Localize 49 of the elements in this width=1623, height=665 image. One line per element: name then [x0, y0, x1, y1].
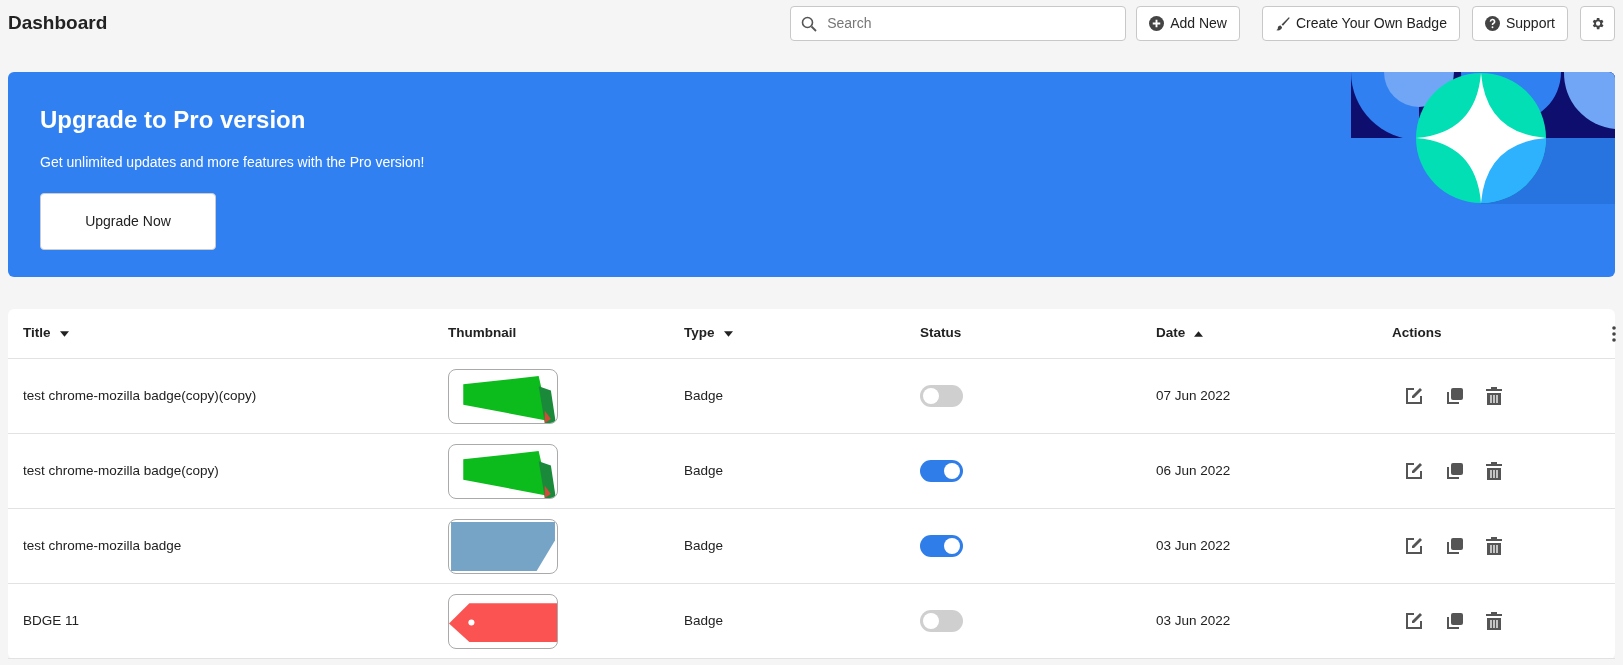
copy-icon[interactable]: [1446, 462, 1464, 480]
more-options-icon[interactable]: [1612, 325, 1616, 342]
column-header: Actions: [1392, 324, 1442, 343]
copy-icon[interactable]: [1446, 537, 1464, 555]
badge-type: Badge: [684, 536, 725, 555]
badge-type: Badge: [684, 461, 725, 480]
column-header: Status: [920, 324, 962, 343]
settings-button[interactable]: [1580, 5, 1615, 41]
badge-date: 06 Jun 2022: [1156, 461, 1232, 480]
upgrade-button[interactable]: Upgrade Now: [40, 193, 216, 250]
badge-date: 07 Jun 2022: [1156, 386, 1232, 405]
copy-icon[interactable]: [1446, 387, 1464, 405]
status-toggle[interactable]: [920, 460, 963, 482]
trash-icon[interactable]: [1486, 536, 1502, 556]
edit-icon[interactable]: [1404, 611, 1424, 631]
brush-icon: [1274, 15, 1290, 31]
badge-type: Badge: [684, 386, 725, 405]
edit-icon[interactable]: [1404, 461, 1424, 481]
badge-title: test chrome-mozilla badge(copy)(copy): [23, 386, 258, 405]
search-field[interactable]: Search: [790, 5, 1127, 41]
badge-date: 03 Jun 2022: [1156, 536, 1232, 555]
page-title: Dashboard: [8, 10, 109, 35]
badge-type: Badge: [684, 611, 725, 630]
copy-icon[interactable]: [1446, 612, 1464, 630]
trash-icon[interactable]: [1486, 461, 1502, 481]
column-header[interactable]: Title: [23, 323, 51, 344]
search-icon: [801, 15, 818, 32]
badge-date: 03 Jun 2022: [1156, 611, 1232, 630]
badge-title: test chrome-mozilla badge(copy): [23, 461, 220, 480]
toolbar-button[interactable]: Support: [1471, 5, 1568, 41]
banner-text: Get unlimited updates and more features with the Pro version!: [40, 153, 426, 172]
column-header[interactable]: Date: [1156, 323, 1186, 344]
banner-title: Upgrade to Pro version: [40, 105, 307, 135]
status-toggle[interactable]: [920, 385, 963, 407]
edit-icon[interactable]: [1404, 536, 1424, 556]
badge-title: BDGE 11: [23, 611, 81, 630]
plus-circle-icon: [1149, 15, 1165, 31]
help-icon: [1484, 15, 1500, 31]
settings-icon: [1590, 15, 1605, 31]
edit-icon[interactable]: [1404, 386, 1424, 406]
column-header: Thumbnail: [448, 324, 517, 343]
badge-title: test chrome-mozilla badge: [23, 536, 183, 555]
column-header[interactable]: Type: [684, 323, 715, 344]
trash-icon[interactable]: [1486, 611, 1502, 631]
toolbar-button[interactable]: Create Your Own Badge: [1261, 5, 1460, 41]
status-toggle[interactable]: [920, 610, 963, 632]
status-toggle[interactable]: [920, 535, 963, 557]
toolbar-button[interactable]: Add New: [1136, 5, 1240, 41]
trash-icon[interactable]: [1486, 386, 1502, 406]
